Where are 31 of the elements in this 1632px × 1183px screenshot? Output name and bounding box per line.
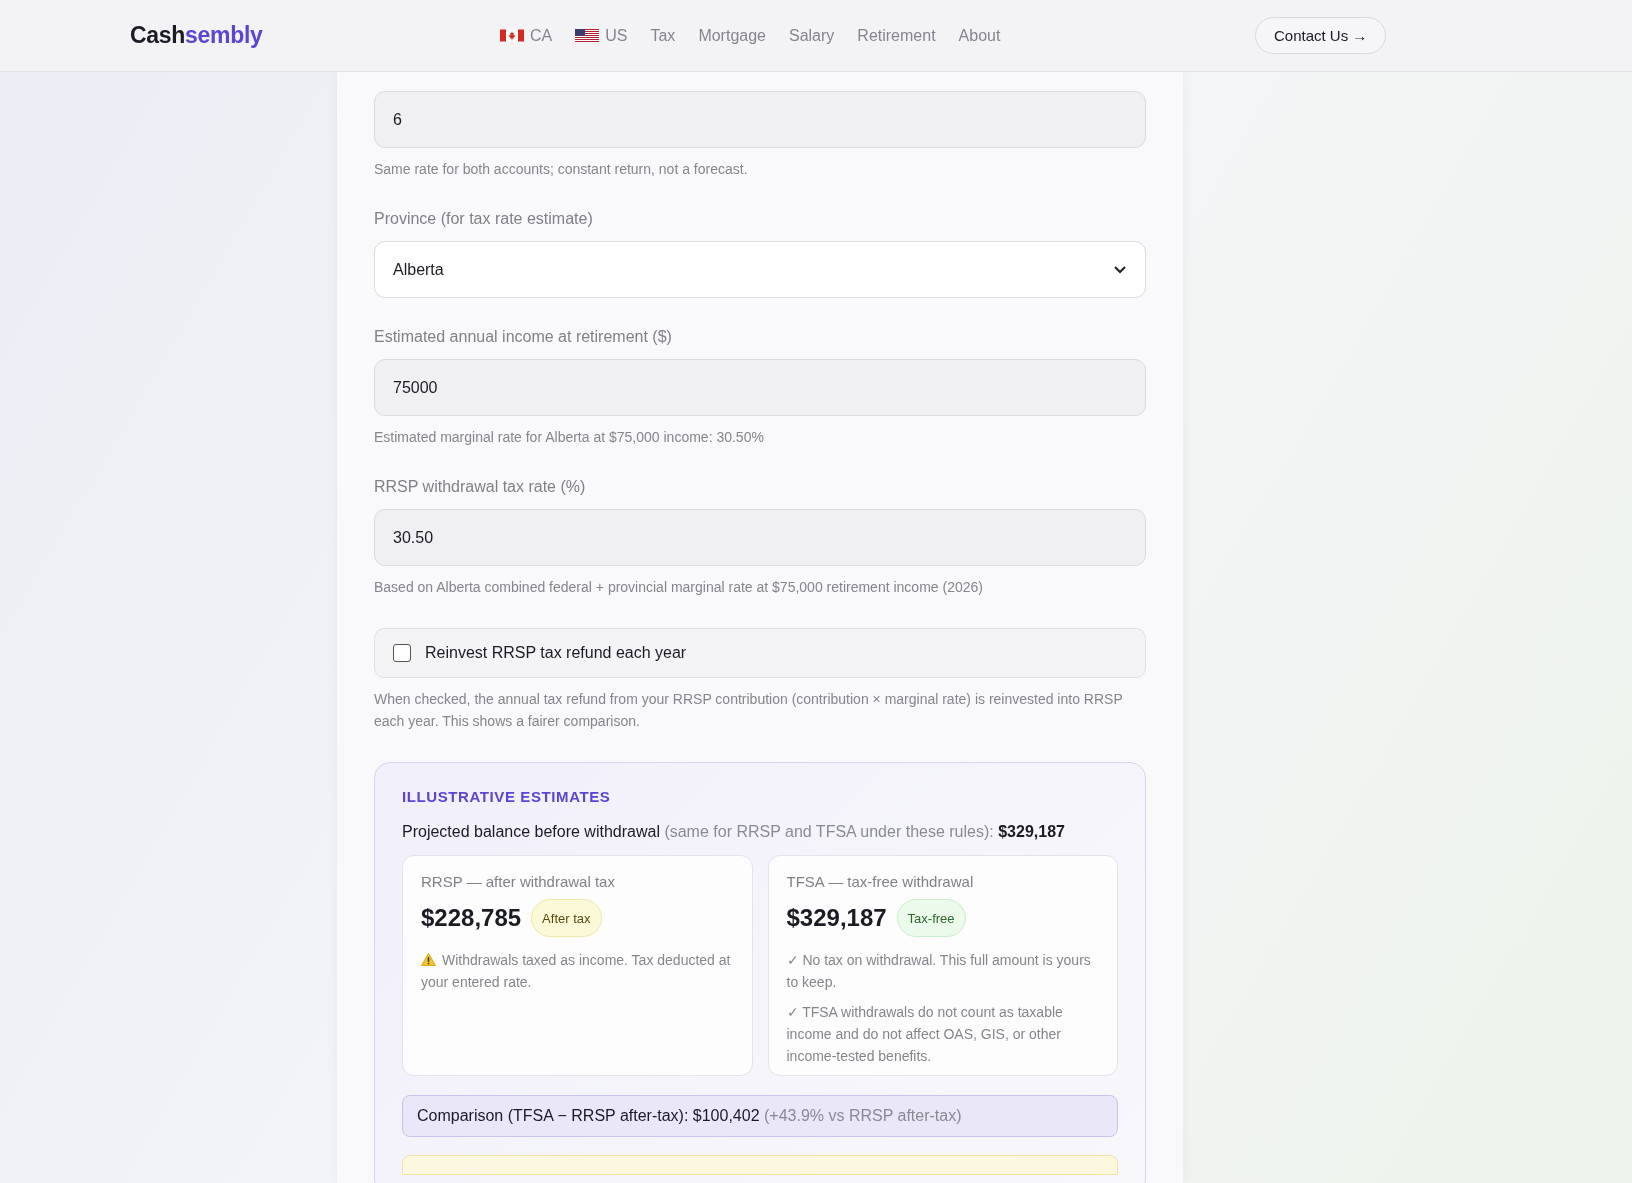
field-label: Province (for tax rate estimate) — [374, 210, 594, 228]
field-label: Estimated annual income at retirement ($) — [374, 328, 673, 346]
field-label: RRSP withdrawal tax rate (%) — [374, 478, 587, 496]
help-text: Same rate for both accounts; constant return, not a forecast. — [374, 160, 749, 179]
status-badge: Tax-free — [896, 899, 966, 937]
logo[interactable]: Cashsembly — [130, 22, 500, 49]
note-text: ✓ No tax on withdrawal. This full amount is yours to keep. — [786, 951, 1092, 992]
help-text: Estimated marginal rate for Alberta at $75,000 income: 30.50% — [374, 428, 765, 447]
help-text: When checked, the annual tax refund from your RRSP contribution (contribution × marginal rate) is reinvested into RRSP each year. This shows a fairer comparison. — [374, 690, 1124, 731]
amount: $228,785 — [421, 904, 522, 932]
note-text: Withdrawals taxed as income. Tax deducted at your entered rate. — [421, 951, 732, 992]
checkbox-row[interactable]: Reinvest RRSP tax refund each year — [374, 628, 1146, 678]
canada-flag-icon — [500, 29, 524, 42]
amount: $329,187 — [786, 904, 887, 932]
select-field[interactable]: Alberta — [374, 241, 1146, 298]
input-field[interactable]: 75000 — [374, 359, 1146, 416]
chevron-down-icon — [1113, 265, 1127, 274]
projected-balance: Projected balance before withdrawal (same for RRSP and TFSA under these rules): $329,187 — [402, 823, 1066, 841]
comparison-bar: Comparison (TFSA − RRSP after-tax): $100,402 (+43.9% vs RRSP after-tax) — [402, 1095, 1118, 1137]
card-title: TFSA — tax-free withdrawal — [786, 873, 975, 890]
contact-button[interactable]: Contact Us → — [1255, 17, 1387, 54]
input-field[interactable]: 6 — [374, 91, 1146, 148]
usa-flag-icon — [575, 29, 600, 42]
input-field[interactable]: 30.50 — [374, 509, 1146, 566]
checkbox[interactable] — [393, 644, 411, 662]
help-text: Based on Alberta combined federal + provincial marginal rate at $75,000 retirement income (2026) — [374, 578, 984, 597]
panel-title: ILLUSTRATIVE ESTIMATES — [402, 788, 612, 805]
warning-icon — [421, 953, 436, 966]
note-text: ✓ TFSA withdrawals do not count as taxable income and do not affect OAS, GIS, or other income-tested benefits. — [786, 1003, 1064, 1066]
card-title: RRSP — after withdrawal tax — [421, 873, 616, 890]
status-badge: After tax — [531, 899, 602, 937]
